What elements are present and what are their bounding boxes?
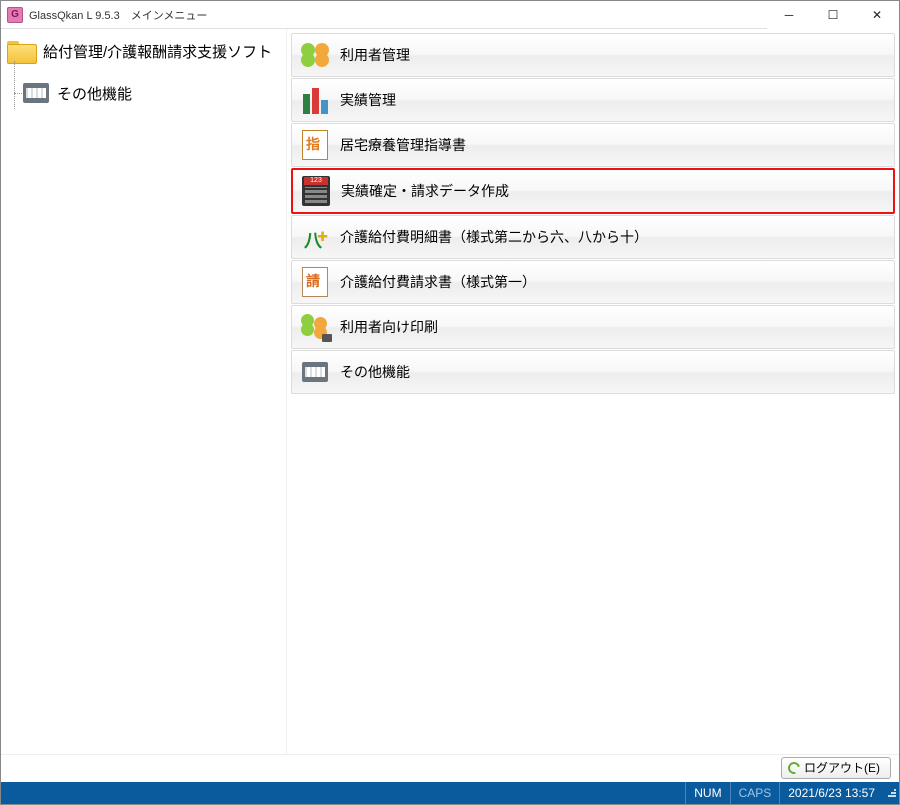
close-button[interactable]: ✕ [855, 1, 899, 29]
main-content: 給付管理/介護報酬請求支援ソフト その他機能 利用者管理 実績管理 居宅療養管理… [1, 29, 899, 754]
menu-list: 利用者管理 実績管理 居宅療養管理指導書 実績確定・請求データ作成 介護給付費明… [287, 29, 899, 754]
menu-item-label: 実績確定・請求データ作成 [341, 181, 509, 201]
cabinet-icon [298, 355, 332, 389]
care-detail-icon [298, 220, 332, 254]
menu-item-user-print[interactable]: 利用者向け印刷 [291, 305, 895, 349]
users-print-icon [298, 310, 332, 344]
tree-node-label: その他機能 [57, 83, 132, 104]
maximize-button[interactable]: ☐ [811, 1, 855, 29]
menu-item-care-benefit-invoice[interactable]: 介護給付費請求書（様式第一） [291, 260, 895, 304]
menu-item-care-benefit-detail[interactable]: 介護給付費明細書（様式第二から六、八から十） [291, 215, 895, 259]
status-datetime: 2021/6/23 13:57 [779, 782, 883, 804]
menu-item-other-functions[interactable]: その他機能 [291, 350, 895, 394]
invoice-doc-icon [298, 265, 332, 299]
menu-item-performance-management[interactable]: 実績管理 [291, 78, 895, 122]
folder-icon [7, 39, 37, 63]
tree-branch-line [7, 77, 21, 109]
menu-item-label: 実績管理 [340, 90, 396, 110]
window-titlebar: G GlassQkan L 9.5.3 メインメニュー ─ ☐ ✕ [1, 1, 899, 29]
logout-icon [786, 759, 802, 775]
guidance-doc-icon [298, 128, 332, 162]
menu-item-label: 利用者管理 [340, 45, 410, 65]
calculator-icon [299, 174, 333, 208]
users-icon [298, 38, 332, 72]
menu-item-label: その他機能 [340, 362, 410, 382]
bottom-toolbar: ログアウト(E) [1, 754, 899, 782]
logout-label: ログアウト(E) [804, 759, 880, 776]
menu-item-user-management[interactable]: 利用者管理 [291, 33, 895, 77]
bars-icon [298, 83, 332, 117]
menu-item-label: 介護給付費明細書（様式第二から六、八から十） [340, 227, 648, 247]
status-num-indicator: NUM [685, 782, 729, 804]
tree-child-item[interactable]: その他機能 [7, 77, 280, 109]
minimize-button[interactable]: ─ [767, 1, 811, 29]
cabinet-icon [21, 81, 51, 105]
app-icon: G [7, 7, 23, 23]
menu-item-home-care-guidance[interactable]: 居宅療養管理指導書 [291, 123, 895, 167]
status-bar: NUM CAPS 2021/6/23 13:57 [1, 782, 899, 804]
tree-root-item[interactable]: 給付管理/介護報酬請求支援ソフト [7, 35, 280, 67]
logout-button[interactable]: ログアウト(E) [781, 757, 891, 779]
menu-item-billing-data-creation[interactable]: 実績確定・請求データ作成 [291, 168, 895, 214]
resize-grip[interactable] [883, 789, 899, 797]
tree-node-label: 給付管理/介護報酬請求支援ソフト [43, 41, 272, 62]
menu-item-label: 介護給付費請求書（様式第一） [340, 272, 536, 292]
nav-tree: 給付管理/介護報酬請求支援ソフト その他機能 [1, 29, 287, 754]
menu-item-label: 利用者向け印刷 [340, 317, 438, 337]
menu-item-label: 居宅療養管理指導書 [340, 135, 466, 155]
window-title: GlassQkan L 9.5.3 メインメニュー [29, 7, 207, 23]
status-caps-indicator: CAPS [730, 782, 780, 804]
